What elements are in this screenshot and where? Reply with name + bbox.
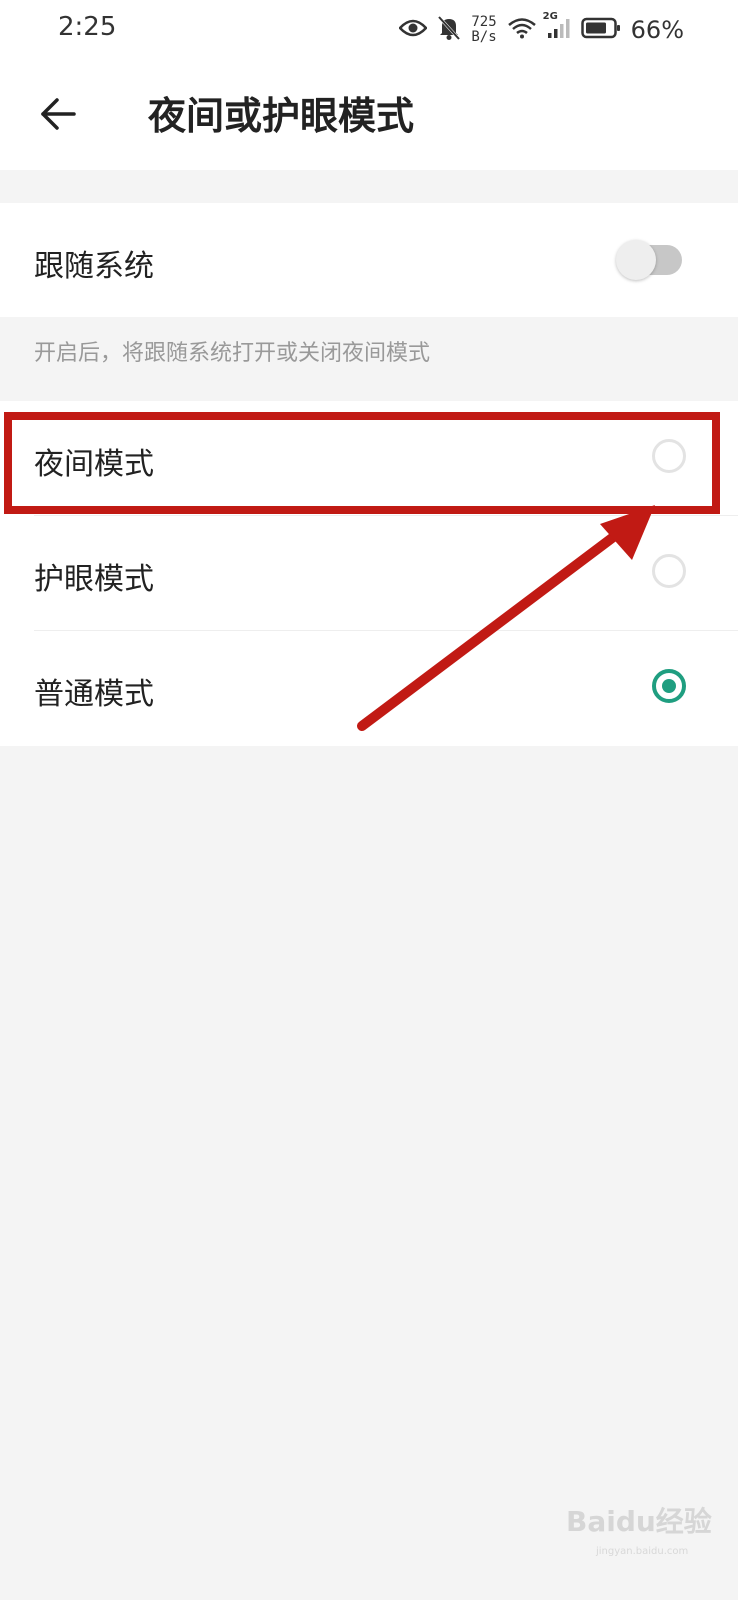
wifi-icon (507, 17, 537, 43)
network-speed: 725 B/s (471, 15, 496, 45)
follow-system-label: 跟随系统 (34, 249, 154, 284)
status-bar: 2:25 725 B/s 2G 66% (0, 0, 738, 60)
option-normal-mode[interactable]: 普通模式 (0, 631, 738, 746)
app-bar: 夜间或护眼模式 (0, 60, 738, 170)
speed-unit: B/s (471, 29, 497, 45)
toggle-knob (616, 240, 656, 280)
status-time: 2:25 (58, 12, 117, 42)
option-label: 护眼模式 (34, 562, 154, 597)
status-icons: 725 B/s 2G 66% (398, 10, 684, 50)
option-label: 夜间模式 (34, 447, 154, 482)
eye-care-mode-radio[interactable] (652, 554, 686, 588)
option-eye-care-mode[interactable]: 护眼模式 (0, 516, 738, 631)
arrow-left-icon (39, 97, 77, 135)
network-type: 2G (542, 11, 558, 22)
option-night-mode[interactable]: 夜间模式 (0, 401, 738, 516)
eye-icon (398, 18, 429, 42)
page-title: 夜间或护眼模式 (148, 94, 415, 138)
follow-system-hint: 开启后，将跟随系统打开或关闭夜间模式 (34, 341, 431, 366)
bell-off-icon (437, 15, 461, 45)
signal-icon: 2G (543, 11, 571, 43)
battery-percent: 66% (630, 16, 684, 44)
watermark-logo: Baidu经验 (566, 1505, 712, 1538)
watermark-url: jingyan.baidu.com (596, 1546, 689, 1557)
option-label: 普通模式 (34, 677, 154, 712)
night-mode-radio[interactable] (652, 439, 686, 473)
follow-system-toggle[interactable] (616, 240, 682, 280)
speed-value: 725 (471, 14, 497, 30)
back-button[interactable] (30, 88, 86, 144)
battery-icon (580, 17, 621, 43)
normal-mode-radio[interactable] (652, 669, 686, 703)
follow-system-row: 跟随系统 (0, 203, 738, 317)
